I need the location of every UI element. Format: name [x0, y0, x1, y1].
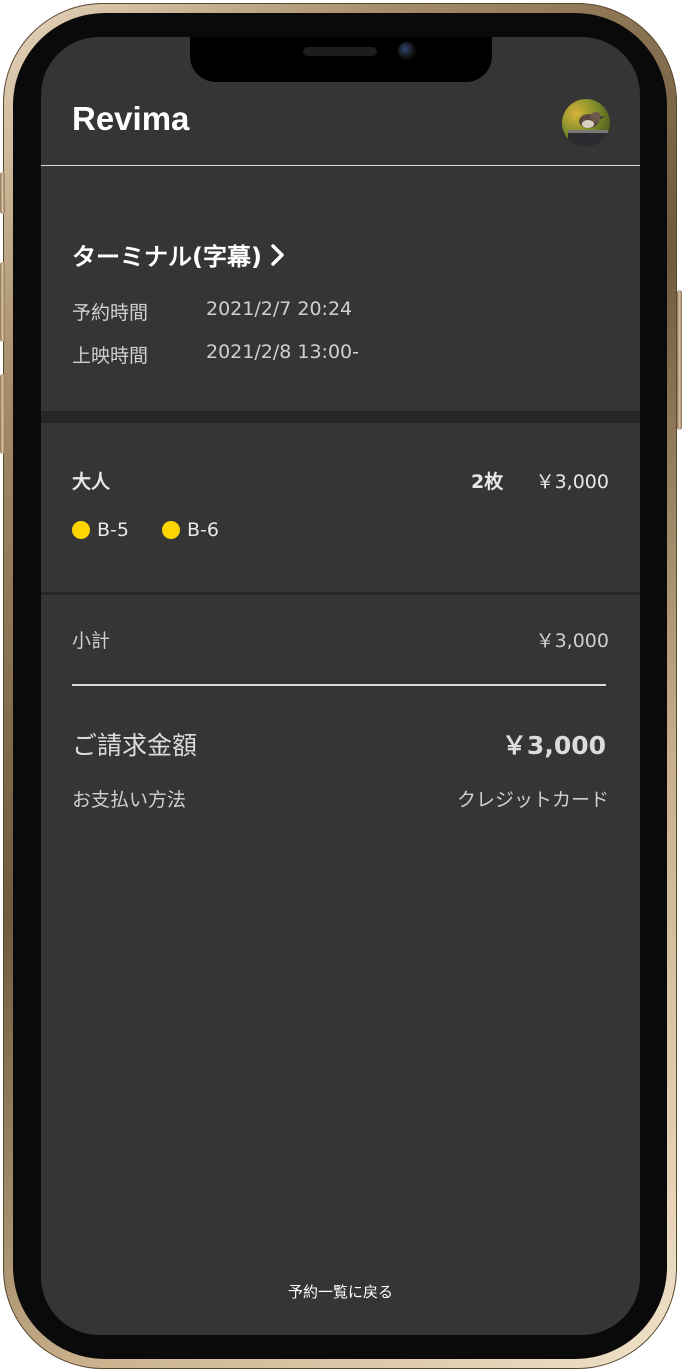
- ticket-price: ￥3,000: [535, 471, 609, 493]
- back-to-reservations-link[interactable]: 予約一覧に戻る: [41, 1281, 640, 1302]
- ticket-type: 大人: [72, 471, 111, 493]
- side-button-volume-up: [0, 262, 5, 342]
- total-value: ￥3,000: [501, 731, 606, 760]
- payment-value: クレジットカード: [456, 789, 609, 811]
- section-divider: [41, 411, 640, 423]
- bird-avatar-icon: [562, 99, 610, 147]
- section-divider-thin: [41, 592, 640, 595]
- app-brand[interactable]: Revima: [72, 100, 189, 138]
- seat-dot-icon: [161, 521, 180, 539]
- subtotal-label: 小計: [72, 630, 111, 652]
- user-avatar[interactable]: [562, 99, 610, 147]
- subtotal-value: ￥3,000: [535, 630, 609, 652]
- side-button-mute: [0, 172, 5, 214]
- subtotal-row: 小計 ￥3,000: [72, 626, 609, 653]
- app-screen: Revima ターミナル(字幕) 予約時間 2021/2/7 20:24 上映時…: [41, 37, 640, 1335]
- reserved-time-row: 予約時間 2021/2/7 20:24: [72, 298, 352, 325]
- seat-label: B-6: [186, 519, 219, 541]
- seat-item: B-5: [72, 519, 129, 541]
- ticket-count: 2枚: [471, 471, 504, 493]
- seat-label: B-5: [97, 519, 129, 541]
- ticket-row: 大人 2枚 ￥3,000: [72, 467, 609, 494]
- seat-list: B-5 B-6: [72, 519, 252, 541]
- showtime-label: 上映時間: [72, 345, 149, 367]
- seat-dot-icon: [72, 521, 90, 539]
- reserved-time-label: 予約時間: [72, 302, 149, 324]
- movie-title: ターミナル(字幕): [72, 243, 262, 271]
- side-button-power: [677, 290, 682, 430]
- total-row: ご請求金額 ￥3,000: [72, 726, 606, 762]
- showtime-row: 上映時間 2021/2/8 13:00-: [72, 341, 359, 368]
- seat-item: B-6: [161, 519, 219, 541]
- side-button-volume-down: [0, 374, 5, 454]
- app-header: Revima: [41, 82, 640, 166]
- payment-label: お支払い方法: [72, 789, 187, 811]
- reserved-time-value: 2021/2/7 20:24: [206, 298, 353, 320]
- total-divider: [72, 684, 606, 686]
- total-label: ご請求金額: [72, 731, 198, 760]
- front-camera: [398, 42, 416, 60]
- speaker-grille: [303, 47, 377, 56]
- chevron-right-icon: [271, 243, 284, 266]
- movie-title-link[interactable]: ターミナル(字幕): [72, 237, 286, 272]
- showtime-value: 2021/2/8 13:00-: [206, 341, 359, 363]
- notch: [190, 37, 492, 82]
- payment-row: お支払い方法 クレジットカード: [72, 785, 609, 812]
